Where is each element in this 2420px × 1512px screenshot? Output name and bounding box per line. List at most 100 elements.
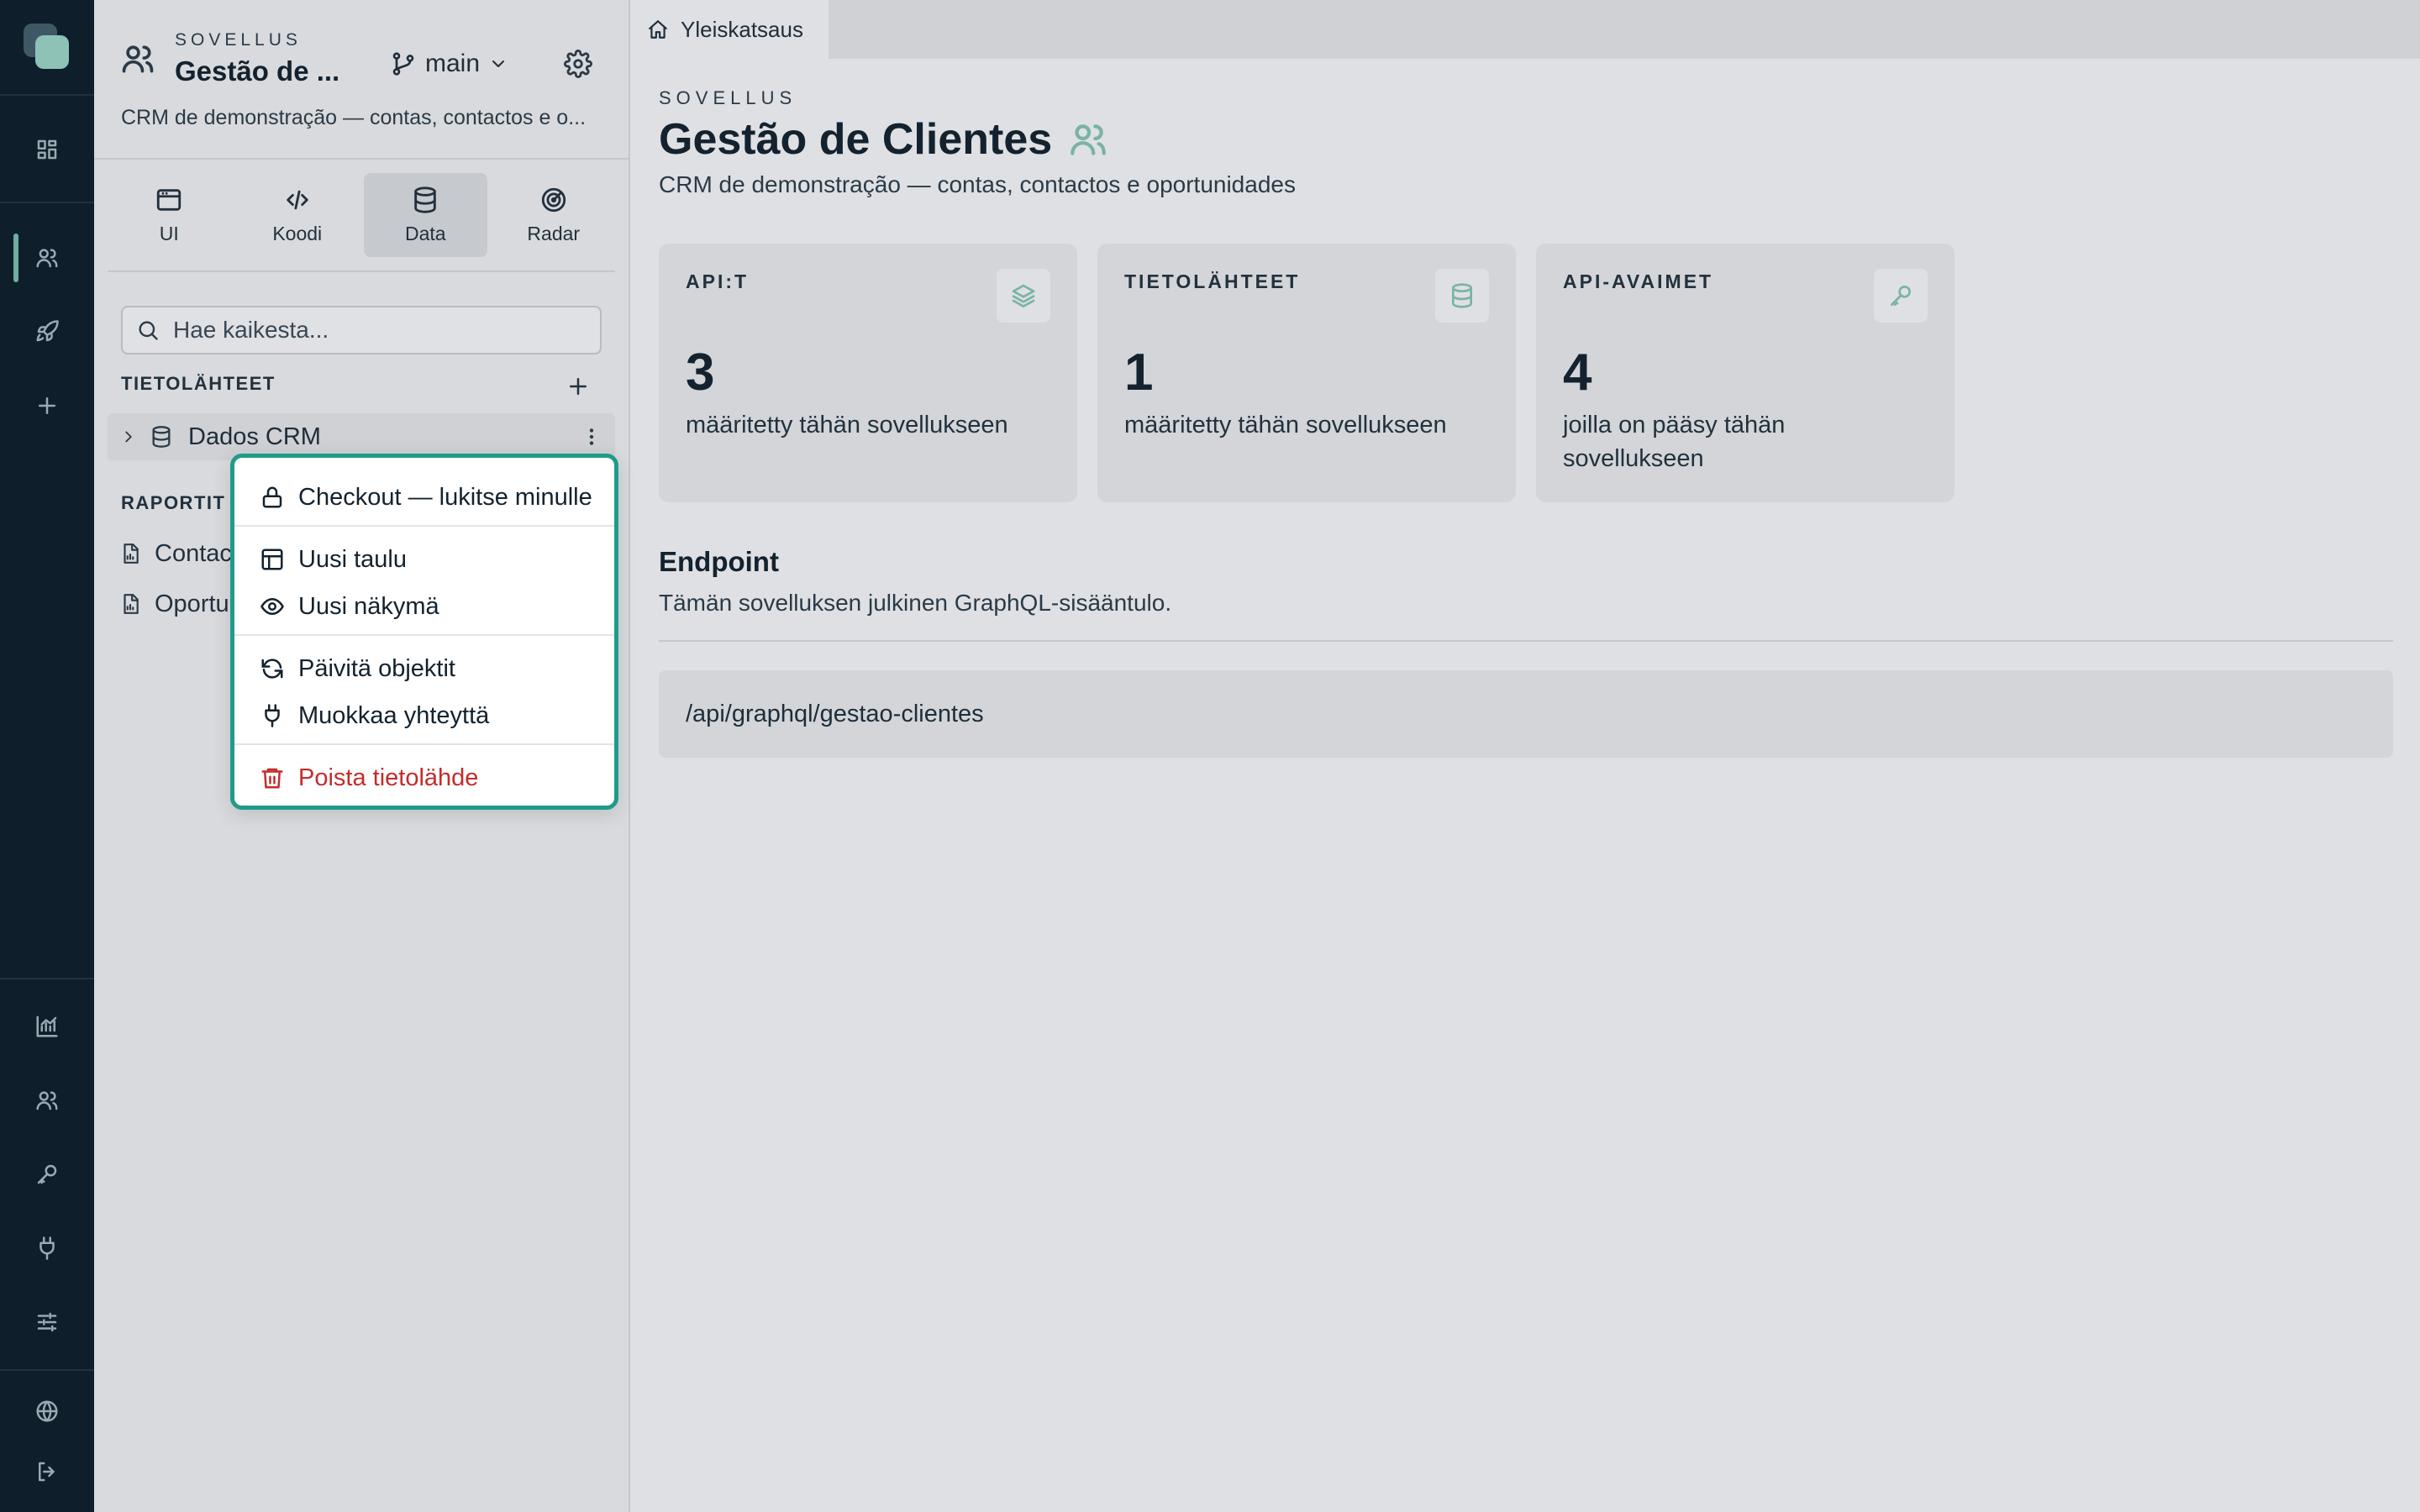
datasources-heading: TIETOLÄHTEET — [121, 373, 276, 394]
menu-item-label: Checkout — lukitse minulle — [298, 483, 592, 511]
rail-settings-button[interactable] — [24, 1299, 71, 1346]
stat-card-value: 4 — [1563, 344, 1592, 402]
menu-divider — [234, 525, 614, 527]
search-icon — [139, 321, 158, 340]
app-settings-button[interactable] — [556, 42, 600, 86]
code-icon — [287, 190, 308, 209]
menu-item-edit-connection[interactable]: Muokkaa yhteyttä — [234, 693, 614, 738]
analytics-icon — [36, 1016, 58, 1037]
plug-icon — [39, 1236, 55, 1260]
users-icon — [36, 249, 58, 268]
database-icon — [414, 186, 436, 213]
mode-ui-label: UI — [159, 222, 179, 244]
sidebar-divider — [108, 270, 615, 272]
rail-team-button[interactable] — [24, 1077, 71, 1124]
more-vertical-icon — [589, 428, 594, 445]
app-users-icon — [119, 40, 156, 77]
radar-icon — [541, 187, 566, 212]
stat-card-value: 1 — [1124, 344, 1154, 402]
menu-item-new-table[interactable]: Uusi taulu — [234, 537, 614, 582]
rail-divider — [0, 1369, 94, 1371]
plug-icon — [265, 704, 280, 727]
sidebar-search[interactable] — [121, 306, 602, 354]
team-icon — [36, 1091, 58, 1110]
stat-card-api-keys: API-AVAIMET 4 joilla on pääsy tähän sove… — [1536, 244, 1954, 502]
mode-code[interactable]: Koodi — [236, 173, 360, 257]
lock-icon — [262, 486, 282, 508]
rail-divider — [0, 94, 94, 96]
search-input[interactable] — [171, 316, 578, 344]
app-rail — [0, 0, 94, 1512]
datasource-context-menu: Checkout — lukitse minulle Uusi taulu Uu… — [230, 454, 618, 810]
logout-icon — [39, 1462, 55, 1482]
endpoint-path[interactable]: /api/graphql/gestao-clientes — [659, 670, 2393, 758]
stat-card-label: TIETOLÄHTEET — [1124, 270, 1301, 292]
tab-overview-label: Yleiskatsaus — [681, 16, 803, 42]
menu-item-new-view[interactable]: Uusi näkymä — [234, 584, 614, 629]
rail-dashboard-button[interactable] — [24, 126, 71, 173]
menu-item-label: Päivitä objektit — [298, 654, 455, 682]
rail-active-indicator — [13, 234, 18, 282]
datasource-more-button[interactable] — [576, 422, 607, 452]
tab-bar: Yleiskatsaus — [630, 0, 2420, 59]
layers-icon — [997, 269, 1050, 323]
mode-ui[interactable]: UI — [108, 173, 231, 257]
stat-card-label: API-AVAIMET — [1563, 270, 1714, 292]
plus-icon — [39, 397, 55, 414]
git-branch-icon — [392, 52, 414, 76]
branch-selector[interactable]: main — [390, 42, 508, 86]
datasource-label: Dados CRM — [188, 423, 321, 450]
trash-icon — [261, 768, 283, 789]
mode-data[interactable]: Data — [364, 173, 487, 257]
rail-deploy-button[interactable] — [24, 308, 71, 355]
mode-radar[interactable]: Radar — [492, 173, 616, 257]
rocket-icon — [36, 320, 59, 342]
rail-add-button[interactable] — [24, 382, 71, 429]
database-icon — [1435, 269, 1489, 323]
rail-connections-button[interactable] — [24, 1225, 71, 1272]
users-icon — [1071, 124, 1106, 155]
mode-radar-label: Radar — [527, 222, 581, 244]
stat-card-datasources: TIETOLÄHTEET 1 määritetty tähän sovelluk… — [1097, 244, 1516, 502]
sliders-icon — [37, 1312, 57, 1332]
refresh-icon — [261, 659, 283, 679]
globe-icon — [36, 1400, 58, 1422]
tab-overview[interactable]: Yleiskatsaus — [630, 0, 829, 59]
stat-card-caption: määritetty tähän sovellukseen — [686, 412, 1008, 438]
home-icon — [649, 20, 667, 39]
menu-item-checkout[interactable]: Checkout — lukitse minulle — [234, 475, 614, 520]
table-icon — [261, 549, 283, 570]
rail-keys-button[interactable] — [24, 1151, 71, 1198]
plus-icon — [570, 378, 587, 395]
stat-card-caption: joilla on pääsy tähän sovellukseen — [1563, 412, 1786, 472]
mode-data-label: Data — [404, 222, 446, 244]
menu-divider — [234, 743, 614, 745]
app-kicker: SOVELLUS — [175, 30, 302, 50]
page-kicker: SOVELLUS — [659, 87, 797, 108]
chevron-down-icon — [492, 60, 505, 67]
sidebar-divider — [94, 158, 629, 160]
database-icon — [152, 426, 171, 448]
report-icon — [124, 543, 139, 564]
rail-apps-button[interactable] — [24, 234, 71, 281]
menu-item-label: Uusi taulu — [298, 545, 407, 573]
eye-icon — [260, 598, 284, 615]
gear-icon — [564, 50, 592, 78]
rail-language-button[interactable] — [24, 1388, 71, 1435]
brand-logo[interactable] — [24, 24, 71, 71]
app-name: Gestão de ... — [175, 55, 340, 87]
mode-code-label: Koodi — [272, 222, 323, 244]
grid-icon — [37, 139, 57, 160]
rail-analytics-button[interactable] — [24, 1003, 71, 1050]
menu-divider — [234, 634, 614, 636]
menu-item-refresh[interactable]: Päivitä objektit — [234, 646, 614, 691]
chevron-right-icon[interactable] — [119, 428, 138, 446]
rail-logout-button[interactable] — [24, 1448, 71, 1495]
endpoint-heading: Endpoint — [659, 546, 779, 577]
add-datasource-button[interactable] — [560, 368, 597, 405]
page-subtitle: CRM de demonstração — contas, contactos … — [659, 171, 1296, 197]
stat-card-label: API:T — [686, 270, 750, 292]
stat-card-value: 3 — [686, 344, 715, 402]
stat-card-apis: API:T 3 määritetty tähän sovellukseen — [659, 244, 1077, 502]
menu-item-delete-datasource[interactable]: Poista tietolähde — [234, 755, 614, 801]
